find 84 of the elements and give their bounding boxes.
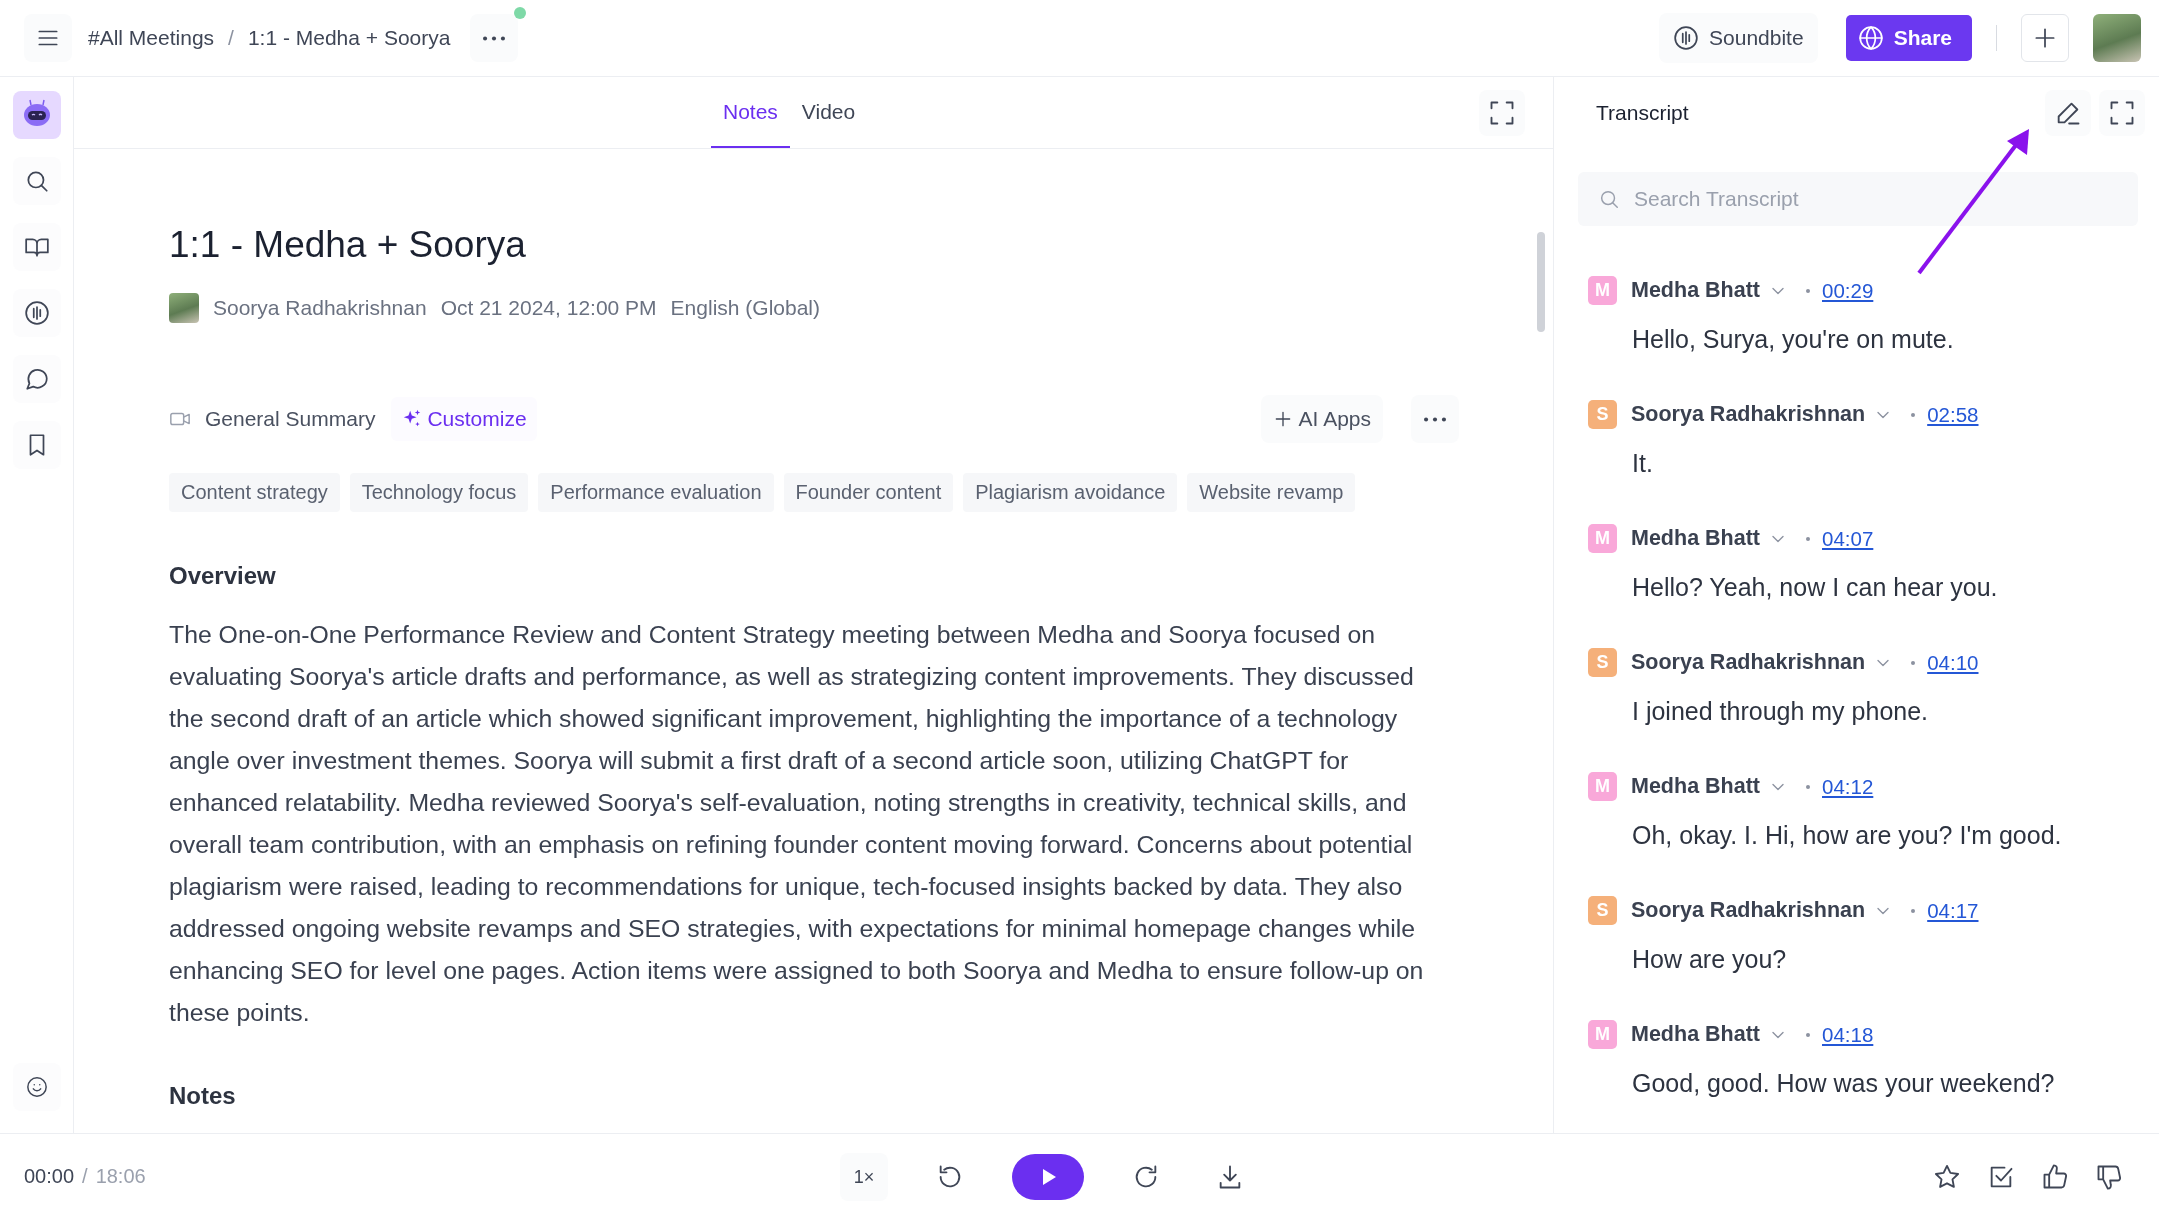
section-heading: Notes xyxy=(169,1082,237,1110)
timestamp-link[interactable]: 04:18 xyxy=(1822,1022,1874,1047)
speaker-name: Soorya Radhakrishnan xyxy=(1631,650,1866,675)
fullscreen-icon xyxy=(2108,99,2136,127)
soundwave-icon xyxy=(1673,25,1700,51)
search-field[interactable]: Search Transcript xyxy=(1578,172,2138,226)
soundwave-icon xyxy=(23,300,50,326)
topic-tag[interactable]: Founder content xyxy=(783,473,954,512)
topic-tag[interactable]: Performance evaluation xyxy=(538,473,774,512)
breadcrumb-separator: / xyxy=(228,26,234,50)
search-icon xyxy=(1598,188,1620,210)
speaker-avatar: M xyxy=(1588,276,1617,305)
speaker-avatar: S xyxy=(1588,400,1617,429)
more-icon xyxy=(1424,416,1446,422)
timestamp-link[interactable]: 04:10 xyxy=(1927,650,1979,675)
bullet-dot xyxy=(1806,1032,1810,1037)
breadcrumb-current: 1:1 - Medha + Soorya xyxy=(247,26,451,50)
speaker-avatar: M xyxy=(1588,1020,1617,1049)
speaker-avatar: M xyxy=(1588,772,1617,801)
transcript-text: It. xyxy=(1632,449,1654,478)
summary-template-label: General Summary xyxy=(205,407,376,431)
topic-tag[interactable]: Website revamp xyxy=(1187,473,1356,512)
thumbs-up-icon xyxy=(2041,1162,2069,1191)
speaker-name: Medha Bhatt xyxy=(1631,278,1760,303)
robot-logo[interactable] xyxy=(12,91,61,139)
play-button[interactable] xyxy=(1012,1154,1084,1200)
bullet-dot xyxy=(1911,908,1916,913)
timestamp-link[interactable]: 00:29 xyxy=(1822,278,1874,303)
playback-speed-button[interactable]: 1× xyxy=(840,1153,888,1201)
bullet-dot xyxy=(1806,536,1810,541)
overview-paragraph: The One-on-One Performance Review and Content Strategy meeting between Medha and Soorya focused on evaluating Soorya's article drafts and performance, as well as strategizing content improvements. They discussed the second draft of an article which showed significant improvement, highlighting the importance of a technology angle over investment themes. Soorya will submit a first draft of a second article soon, utilizing ChatGPT for enhanced relatability. Medha reviewed Soorya's self-evaluation, noting strengths in creativity, technical skills, and overall team contribution, with an emphasis on refining founder content moving forward. Concerns about potential plagiarism were raised, leading to recommendations for unique, tech-focused insights backed by data. They also addressed ongoing website revamps and SEO strategies, with expectations for minimal homepage changes while enhancing SEO for level one pages. Action items were assigned to both Soorya and Medha to ensure follow-up on these points. xyxy=(169,620,1425,1028)
customize-button[interactable]: Customize xyxy=(391,397,537,441)
speaker-avatar: M xyxy=(1588,524,1617,553)
meeting-language: English (Global) xyxy=(670,296,820,320)
tab[interactable]: Video xyxy=(789,77,868,148)
share-button[interactable]: Share xyxy=(1845,15,1972,61)
ai-apps-button[interactable]: AI Apps xyxy=(1260,395,1383,443)
fullscreen-button[interactable] xyxy=(1479,89,1525,136)
author-name: Soorya Radhakrishnan xyxy=(213,296,427,320)
time-separator: / xyxy=(82,1165,88,1188)
transcript-text: How are you? xyxy=(1632,945,1788,974)
speaker-name: Medha Bhatt xyxy=(1631,774,1760,799)
menu-button[interactable] xyxy=(24,14,72,62)
more-icon xyxy=(483,35,506,41)
meeting-date: Oct 21 2024, 12:00 PM xyxy=(440,296,657,320)
speaker-name: Soorya Radhakrishnan xyxy=(1631,402,1866,427)
speaker-avatar: S xyxy=(1588,896,1617,925)
fullscreen-button[interactable] xyxy=(2099,90,2145,136)
transcript-text: Hello, Surya, you're on mute. xyxy=(1632,325,1955,354)
globe-icon xyxy=(1857,25,1884,51)
bullet-dot xyxy=(1911,412,1916,417)
scrollbar-thumb[interactable] xyxy=(1537,232,1545,332)
note-title: 1:1 - Medha + Soorya xyxy=(169,223,527,267)
timestamp-link[interactable]: 02:58 xyxy=(1927,402,1979,427)
transcript-text: Hello? Yeah, now I can hear you. xyxy=(1632,573,1999,602)
topic-tag[interactable]: Content strategy xyxy=(169,473,340,512)
transcript-text: Good, good. How was your weekend? xyxy=(1632,1069,2056,1098)
timestamp-link[interactable]: 04:07 xyxy=(1822,526,1874,551)
topic-tag[interactable]: Plagiarism avoidance xyxy=(963,473,1178,512)
panel-title: Transcript xyxy=(1596,101,1689,125)
smiley-icon xyxy=(25,1076,48,1098)
speaker-name: Medha Bhatt xyxy=(1631,1022,1760,1047)
speaker-name: Soorya Radhakrishnan xyxy=(1631,898,1866,923)
chat-bubble-icon xyxy=(23,366,50,392)
bullet-dot xyxy=(1806,288,1810,293)
author-photo xyxy=(169,293,199,323)
total-duration: 18:06 xyxy=(95,1165,146,1188)
bullet-dot xyxy=(1806,784,1810,789)
star-icon xyxy=(1933,1162,1961,1191)
soundbite-button[interactable]: Soundbite xyxy=(1659,13,1818,63)
breadcrumb-link[interactable]: #All Meetings xyxy=(88,26,215,50)
section-heading: Overview xyxy=(169,562,277,590)
current-time: 00:00 xyxy=(24,1165,75,1188)
topic-tag[interactable]: Technology focus xyxy=(349,473,529,512)
speaker-name: Medha Bhatt xyxy=(1631,526,1760,551)
edit-button[interactable] xyxy=(2045,90,2091,136)
timestamp-link[interactable]: 04:12 xyxy=(1822,774,1874,799)
transcript-text: Oh, okay. I. Hi, how are you? I'm good. xyxy=(1632,821,2063,850)
add-button[interactable] xyxy=(2021,14,2069,62)
tab[interactable]: Notes xyxy=(711,77,790,148)
transcript-text: I joined through my phone. xyxy=(1632,697,1930,726)
speaker-avatar: S xyxy=(1588,648,1617,677)
bullet-dot xyxy=(1911,660,1916,665)
timestamp-link[interactable]: 04:17 xyxy=(1927,898,1979,923)
